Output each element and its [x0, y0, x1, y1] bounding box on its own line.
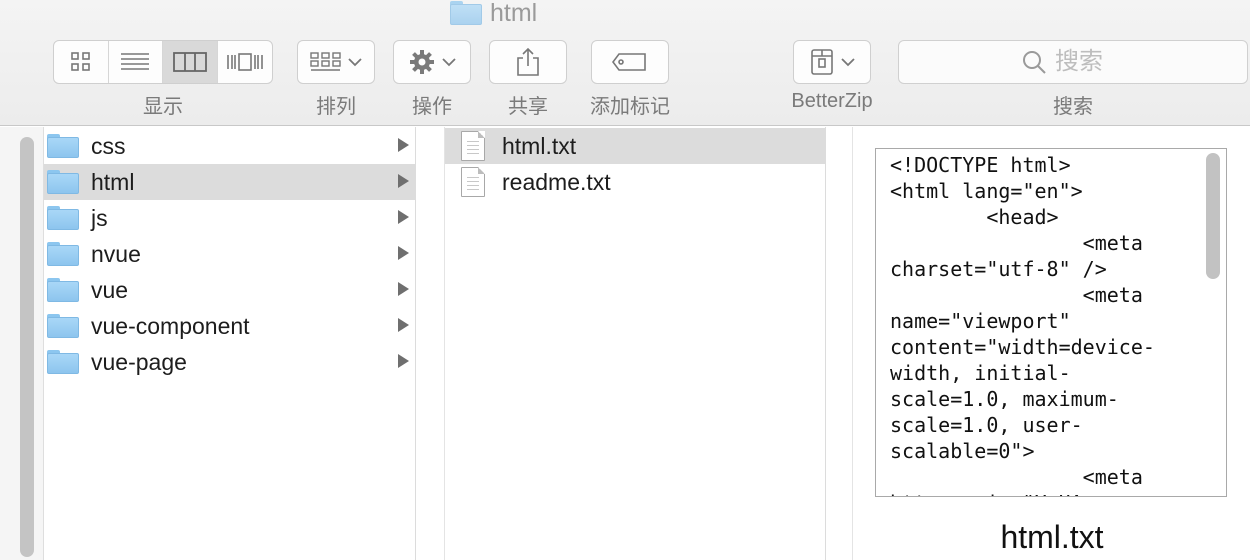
folder-icon — [47, 134, 79, 158]
archive-icon — [811, 49, 833, 75]
arrange-label: 排列 — [316, 96, 356, 118]
browser-column-1: css html js nvue vue vue-component vue-page — [44, 127, 416, 560]
preview-pane[interactable]: <!DOCTYPE html> <html lang="en"> <head> … — [875, 148, 1227, 497]
column-divider[interactable] — [416, 127, 444, 560]
document-icon — [461, 167, 485, 197]
search-icon — [1023, 51, 1046, 74]
tag-icon — [612, 53, 646, 71]
folder-name: vue-page — [91, 348, 187, 375]
folder-row[interactable]: vue-component — [44, 308, 415, 344]
arrange-button[interactable] — [297, 40, 375, 84]
action-label: 操作 — [412, 96, 452, 118]
folder-row[interactable]: js — [44, 200, 415, 236]
betterzip-button[interactable] — [793, 40, 871, 84]
view-coverflow-button[interactable] — [218, 41, 273, 83]
document-icon — [461, 131, 485, 161]
disclosure-arrow-icon — [398, 282, 409, 296]
share-icon — [517, 47, 539, 76]
view-label: 显示 — [143, 96, 183, 118]
preview-scrollbar[interactable] — [1206, 153, 1220, 279]
view-mode-control[interactable] — [53, 40, 273, 84]
file-name: html.txt — [502, 132, 577, 159]
arrange-grid-icon — [310, 52, 341, 71]
view-list-button[interactable] — [109, 41, 163, 83]
folder-icon — [450, 1, 482, 25]
search-label: 搜索 — [1053, 96, 1093, 118]
folder-icon — [47, 350, 79, 374]
gear-icon — [410, 50, 434, 74]
folder-name: vue-component — [91, 312, 250, 339]
disclosure-arrow-icon — [398, 210, 409, 224]
folder-icon — [47, 170, 79, 194]
folder-icon — [47, 278, 79, 302]
folder-name: html — [91, 168, 135, 195]
folder-name: css — [91, 132, 126, 159]
folder-row[interactable]: vue-page — [44, 344, 415, 380]
disclosure-arrow-icon — [398, 354, 409, 368]
preview-content: <!DOCTYPE html> <html lang="en"> <head> … — [890, 153, 1155, 496]
disclosure-arrow-icon — [398, 318, 409, 332]
search-input[interactable] — [1055, 48, 1125, 76]
folder-icon — [47, 242, 79, 266]
folder-name: js — [91, 204, 108, 231]
disclosure-arrow-icon — [398, 174, 409, 188]
disclosure-arrow-icon — [398, 246, 409, 260]
betterzip-label: BetterZip — [791, 90, 873, 112]
file-row[interactable]: html.txt — [445, 128, 825, 164]
add-tag-label: 添加标记 — [590, 96, 670, 118]
search-field[interactable] — [898, 40, 1248, 84]
preview-file-name: html.txt — [1000, 519, 1104, 555]
preview-column: <!DOCTYPE html> <html lang="en"> <head> … — [852, 127, 1250, 560]
view-icons-button[interactable] — [54, 41, 109, 83]
file-list: html.txt readme.txt — [445, 127, 825, 200]
chevron-down-icon — [348, 58, 362, 67]
share-button[interactable] — [489, 40, 567, 84]
folder-icon — [47, 206, 79, 230]
folder-row[interactable]: css — [44, 128, 415, 164]
browser-column-2: html.txt readme.txt — [444, 127, 826, 560]
sidebar-scrollbar[interactable] — [20, 137, 34, 557]
sidebar — [0, 127, 44, 560]
chevron-down-icon — [442, 58, 456, 67]
disclosure-arrow-icon — [398, 138, 409, 152]
share-label: 共享 — [508, 96, 548, 118]
toolbar: html 显示 排列 操作 共享 添加标记 BetterZip 搜索 搜索 — [0, 0, 1250, 126]
folder-icon — [47, 314, 79, 338]
folder-row[interactable]: nvue — [44, 236, 415, 272]
icon-grid-icon — [70, 52, 90, 71]
folder-row[interactable]: html — [44, 164, 415, 200]
add-tag-button[interactable] — [591, 40, 669, 84]
folder-list: css html js nvue vue vue-component vue-page — [44, 127, 415, 380]
file-name: readme.txt — [502, 168, 611, 195]
list-view-icon — [121, 53, 150, 70]
chevron-down-icon — [841, 58, 855, 67]
file-row[interactable]: readme.txt — [445, 164, 825, 200]
coverflow-view-icon — [226, 53, 263, 71]
window-title-text: html — [490, 0, 538, 27]
folder-row[interactable]: vue — [44, 272, 415, 308]
view-columns-button[interactable] — [163, 41, 218, 83]
folder-name: nvue — [91, 240, 141, 267]
columns-view-icon — [172, 52, 207, 72]
folder-name: vue — [91, 276, 129, 303]
action-button[interactable] — [393, 40, 471, 84]
window-title: html — [450, 0, 538, 27]
